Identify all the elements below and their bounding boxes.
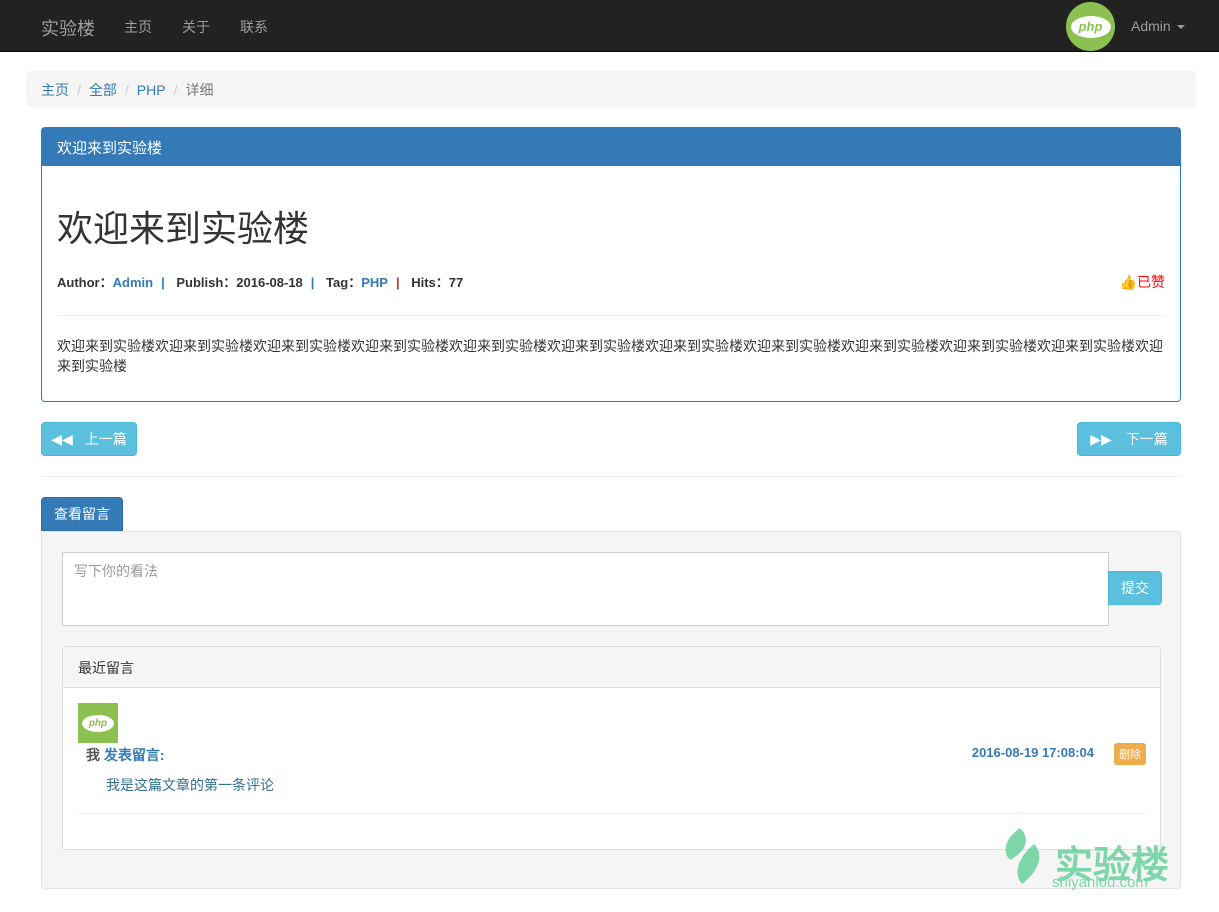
nav-contact[interactable]: 联系	[240, 17, 268, 37]
comment-user: 我	[86, 747, 100, 763]
comment-input[interactable]	[62, 552, 1109, 626]
recent-comments-panel: 最近留言 php 我 发表留言: 2016-08-19 17:08:04 删除 …	[62, 646, 1161, 850]
prev-label: 上一篇	[84, 431, 127, 447]
prev-article-button[interactable]: ◀◀ 上一篇	[41, 422, 137, 456]
tag-link[interactable]: PHP	[361, 275, 388, 290]
divider	[78, 813, 1145, 814]
comment-date: 2016-08-19 17:08:04	[971, 745, 1094, 760]
avatar-text: php	[1070, 15, 1111, 38]
comment-author: 我 发表留言:	[86, 745, 165, 765]
like-button[interactable]: 👍已赞	[1120, 272, 1165, 292]
author-link[interactable]: Admin	[113, 275, 153, 290]
breadcrumb-php[interactable]: PHP	[137, 82, 166, 98]
comment-text: 我是这篇文章的第一条评论	[106, 777, 274, 793]
next-label: 下一篇	[1125, 431, 1168, 447]
forward-icon: ▶▶	[1090, 430, 1112, 447]
tag-label: Tag：	[326, 275, 362, 290]
watermark-url: shiyanlou.com	[1052, 874, 1148, 891]
user-name: Admin	[1131, 18, 1171, 34]
user-menu[interactable]: Admin	[1131, 18, 1185, 34]
next-article-button[interactable]: ▶▶ 下一篇	[1077, 422, 1181, 456]
caret-down-icon	[1176, 25, 1185, 30]
brand-link[interactable]: 实验楼	[41, 15, 95, 41]
breadcrumb-all[interactable]: 全部	[89, 82, 117, 98]
divider	[57, 315, 1165, 316]
hits-label: Hits：	[411, 275, 449, 290]
recent-comments-title: 最近留言	[63, 647, 1160, 688]
publish-date: 2016-08-18	[236, 275, 303, 290]
comment-action: 发表留言:	[103, 747, 165, 763]
backward-icon: ◀◀	[51, 430, 73, 447]
nav-about[interactable]: 关于	[182, 17, 210, 37]
article-meta: Author：Admin | Publish：2016-08-18 | Tag：PH…	[57, 272, 463, 291]
nav-home[interactable]: 主页	[124, 17, 152, 37]
divider	[41, 476, 1181, 477]
publish-label: Publish：	[176, 275, 237, 290]
article-title: 欢迎来到实验楼	[57, 208, 310, 249]
author-label: Author：	[57, 275, 113, 290]
separator: |	[395, 275, 400, 290]
submit-comment-button[interactable]: 提交	[1108, 571, 1162, 605]
separator: |	[310, 275, 315, 290]
breadcrumb-home[interactable]: 主页	[41, 82, 69, 98]
hits-count: 77	[448, 275, 464, 290]
breadcrumb-current: 详细	[185, 82, 214, 98]
navbar: 实验楼 主页 关于 联系 php Admin	[0, 0, 1219, 52]
comment-avatar: php	[78, 703, 118, 743]
panel-heading: 欢迎来到实验楼	[42, 128, 1180, 166]
article-body: 欢迎来到实验楼欢迎来到实验楼欢迎来到实验楼欢迎来到实验楼欢迎来到实验楼欢迎来到实…	[57, 338, 1163, 374]
separator: |	[161, 275, 165, 290]
thumbs-up-icon: 👍	[1119, 274, 1137, 290]
delete-comment-button[interactable]: 删除	[1114, 743, 1146, 765]
article-panel: 欢迎来到实验楼 欢迎来到实验楼 Author：Admin | Publish：20…	[41, 127, 1181, 402]
like-label: 已赞	[1137, 274, 1165, 290]
watermark-leaf-icon	[1005, 828, 1040, 884]
breadcrumb: 主页 / 全部 / PHP / 详细	[26, 71, 1196, 107]
php-avatar: php	[1066, 2, 1115, 51]
view-comments-button[interactable]: 查看留言	[41, 497, 123, 531]
avatar-text: php	[82, 714, 114, 732]
